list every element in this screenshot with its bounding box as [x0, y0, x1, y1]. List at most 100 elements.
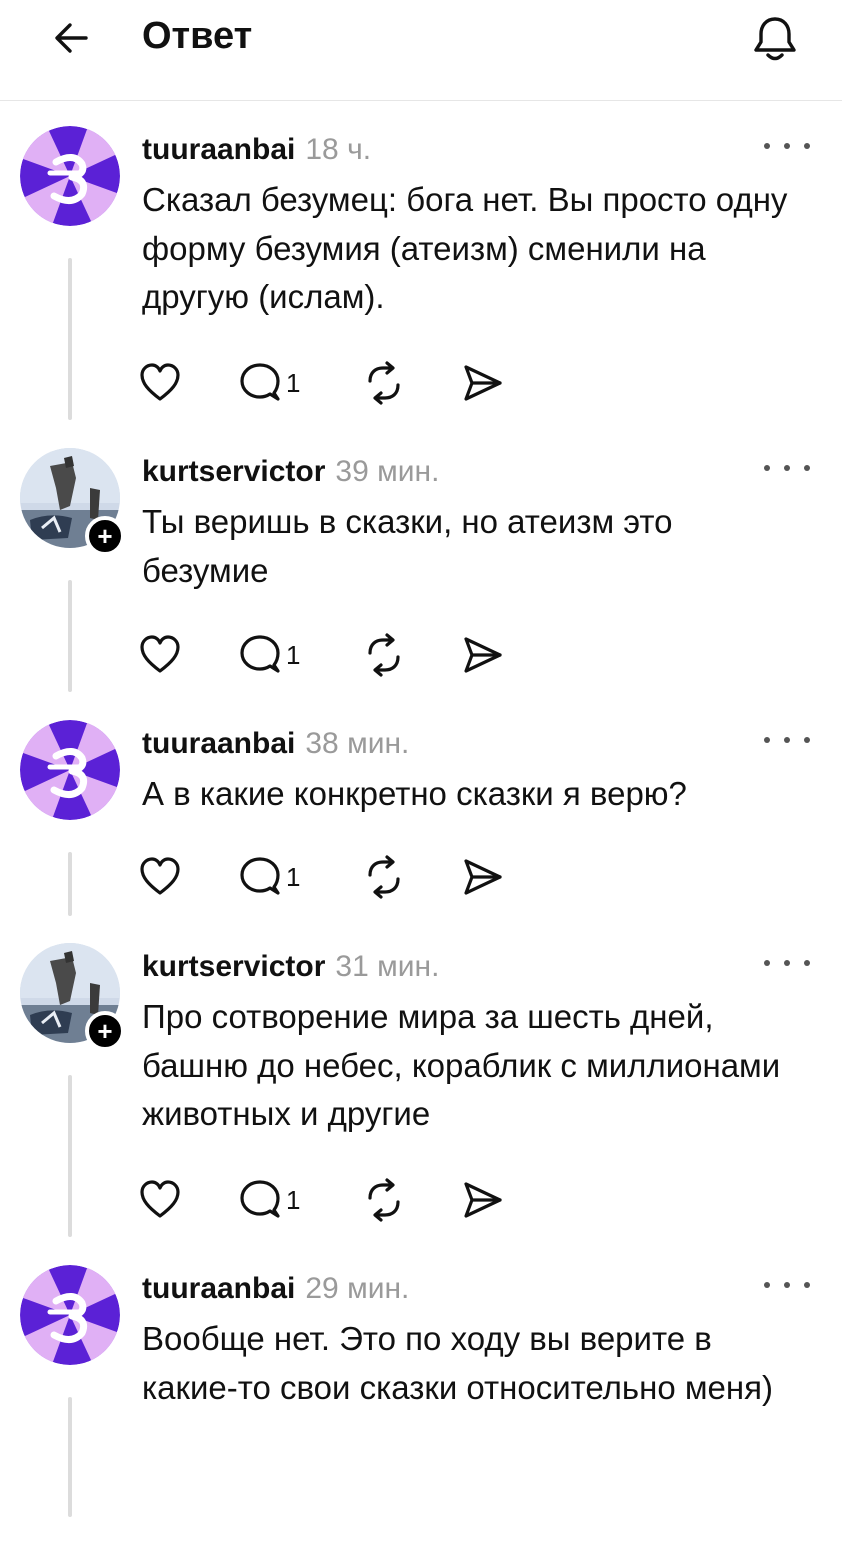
reply-count: 1	[286, 1184, 301, 1215]
comment-icon	[240, 363, 280, 401]
repost-icon	[368, 361, 400, 405]
more-dot-icon	[804, 143, 810, 149]
comment-icon	[240, 635, 280, 673]
post-meta: tuuraanbai 18 ч.	[142, 132, 371, 168]
username-link[interactable]: kurtservictor	[142, 455, 325, 488]
avatar[interactable]	[20, 720, 120, 820]
username-link[interactable]: tuuraanbai	[142, 133, 295, 166]
share-button[interactable]	[460, 630, 504, 680]
reply-button[interactable]: 1	[238, 358, 300, 408]
more-dot-icon	[764, 1282, 770, 1288]
profile-logo-image	[20, 720, 120, 820]
post-meta: tuuraanbai 38 мин.	[142, 726, 409, 762]
comment-icon	[240, 1180, 280, 1218]
share-button[interactable]	[460, 1175, 504, 1225]
more-dot-icon	[784, 465, 790, 471]
profile-logo-image	[20, 126, 120, 226]
repost-button[interactable]	[362, 1175, 406, 1225]
comment-icon	[240, 857, 280, 895]
page-title: Ответ	[142, 15, 253, 57]
more-dot-icon	[784, 1282, 790, 1288]
timestamp: 31 мин.	[335, 950, 440, 983]
repost-button[interactable]	[362, 852, 406, 902]
more-dot-icon	[784, 960, 790, 966]
timestamp: 39 мин.	[335, 455, 440, 488]
more-dot-icon	[764, 465, 770, 471]
profile-logo-image	[20, 1265, 120, 1365]
post-actions: 1	[138, 1175, 538, 1225]
like-button[interactable]	[138, 1175, 182, 1225]
avatar[interactable]	[20, 126, 120, 226]
heart-icon	[140, 363, 180, 401]
username-link[interactable]: tuuraanbai	[142, 1272, 295, 1305]
send-icon	[464, 365, 502, 401]
share-button[interactable]	[460, 358, 504, 408]
reply-post: tuuraanbai 18 ч. Сказал безумец: бога нет.…	[0, 126, 842, 426]
post-meta: kurtservictor 31 мин.	[142, 949, 439, 985]
notifications-button[interactable]	[748, 12, 802, 66]
bell-icon	[754, 17, 796, 61]
more-dot-icon	[804, 960, 810, 966]
post-text: Вообще нет. Это по ходу вы верите в каки…	[142, 1320, 773, 1406]
reply-button[interactable]: 1	[238, 630, 300, 680]
send-icon	[464, 1182, 502, 1218]
like-button[interactable]	[138, 630, 182, 680]
more-dot-icon	[784, 143, 790, 149]
send-icon	[464, 859, 502, 895]
share-button[interactable]	[460, 852, 504, 902]
more-dot-icon	[804, 465, 810, 471]
reply-count: 1	[286, 367, 301, 398]
back-button[interactable]	[50, 16, 94, 60]
repost-icon	[368, 1178, 400, 1222]
more-options-button[interactable]	[762, 951, 812, 975]
like-button[interactable]	[138, 852, 182, 902]
repost-icon	[368, 855, 400, 899]
thread-connector-line	[68, 852, 72, 916]
heart-icon	[140, 635, 180, 673]
more-dot-icon	[804, 737, 810, 743]
reply-post: + kurtservictor 39 мин. Ты веришь в сказки,…	[0, 448, 842, 748]
top-bar: Ответ	[0, 0, 842, 101]
more-dot-icon	[764, 960, 770, 966]
post-actions: 1	[138, 852, 538, 902]
reply-count: 1	[286, 639, 301, 670]
username-link[interactable]: tuuraanbai	[142, 727, 295, 760]
timestamp: 18 ч.	[305, 133, 372, 166]
timestamp: 29 мин.	[305, 1272, 410, 1305]
avatar[interactable]	[20, 1265, 120, 1365]
heart-icon	[140, 857, 180, 895]
post-actions: 1	[138, 358, 538, 408]
more-options-button[interactable]	[762, 1273, 812, 1297]
thread-connector-line	[68, 580, 72, 692]
post-text: Сказал безумец: бога нет. Вы просто одну…	[142, 181, 788, 315]
arrow-left-icon	[55, 23, 88, 53]
more-dot-icon	[804, 1282, 810, 1288]
follow-plus-button[interactable]: +	[85, 1011, 125, 1051]
post-actions: 1	[138, 630, 538, 680]
timestamp: 38 мин.	[305, 727, 410, 760]
heart-icon	[140, 1180, 180, 1218]
repost-button[interactable]	[362, 630, 406, 680]
more-options-button[interactable]	[762, 456, 812, 480]
send-icon	[464, 637, 502, 673]
reply-button[interactable]: 1	[238, 852, 300, 902]
post-meta: tuuraanbai 29 мин.	[142, 1271, 409, 1307]
repost-button[interactable]	[362, 358, 406, 408]
reply-post: tuuraanbai 29 мин. Вообще нет. Это по ходу…	[0, 1265, 842, 1565]
more-options-button[interactable]	[762, 728, 812, 752]
follow-plus-button[interactable]: +	[85, 516, 125, 556]
post-text: А в какие конкретно сказки я верю?	[142, 775, 687, 812]
thread-connector-line	[68, 258, 72, 420]
more-dot-icon	[764, 737, 770, 743]
post-text: Ты веришь в сказки, но атеизм это безуми…	[142, 503, 673, 589]
reply-post: + kurtservictor 31 мин. Про сотворение мира…	[0, 943, 842, 1243]
post-text: Про сотворение мира за шесть дней, башню…	[142, 998, 781, 1132]
more-dot-icon	[784, 737, 790, 743]
thread-connector-line	[68, 1075, 72, 1237]
more-options-button[interactable]	[762, 134, 812, 158]
reply-button[interactable]: 1	[238, 1175, 300, 1225]
like-button[interactable]	[138, 358, 182, 408]
post-meta: kurtservictor 39 мин.	[142, 454, 439, 490]
more-dot-icon	[764, 143, 770, 149]
username-link[interactable]: kurtservictor	[142, 950, 325, 983]
